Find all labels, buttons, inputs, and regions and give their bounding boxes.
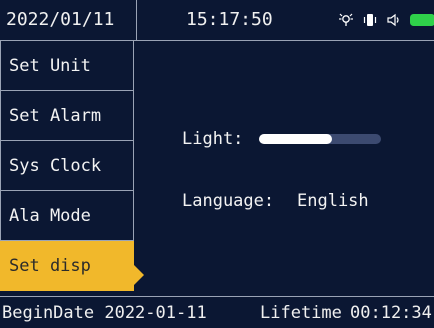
status-icons: [338, 10, 434, 30]
status-bar: 2022/01/11 15:17:50: [0, 0, 434, 41]
menu-item-set-alarm[interactable]: Set Alarm: [0, 91, 134, 141]
lifetime-label: Lifetime: [260, 303, 342, 323]
device-screen: 2022/01/11 15:17:50: [0, 0, 434, 327]
vibrate-icon: [362, 12, 378, 28]
settings-menu: Set Unit Set Alarm Sys Clock Ala Mode Se…: [0, 41, 136, 295]
backlight-icon: [338, 12, 354, 28]
menu-item-label: Set Alarm: [9, 106, 101, 126]
menu-item-label: Ala Mode: [9, 206, 91, 226]
menu-item-set-unit[interactable]: Set Unit: [0, 41, 134, 91]
speaker-icon: [386, 12, 402, 28]
menu-item-sys-clock[interactable]: Sys Clock: [0, 141, 134, 191]
battery-icon: [410, 13, 434, 27]
begin-date: BeginDate 2022-01-11: [2, 303, 207, 323]
light-slider[interactable]: [259, 134, 381, 144]
date-readout: 2022/01/11: [6, 9, 114, 30]
display-settings-panel: Light: Language: English: [137, 41, 434, 295]
time-readout: 15:17:50: [186, 9, 273, 30]
info-bar: BeginDate 2022-01-11 Lifetime 00:12:34: [0, 296, 434, 328]
menu-item-label: Sys Clock: [9, 156, 101, 176]
menu-item-ala-mode[interactable]: Ala Mode: [0, 191, 134, 241]
header-divider: [136, 0, 137, 40]
light-label: Light:: [182, 129, 243, 149]
menu-item-label: Set disp: [9, 256, 91, 276]
menu-item-label: Set Unit: [9, 56, 91, 76]
lifetime-value: 00:12:34: [350, 303, 432, 323]
language-value[interactable]: English: [297, 191, 369, 211]
light-slider-fill: [259, 134, 332, 144]
menu-item-set-disp[interactable]: Set disp: [0, 241, 134, 291]
language-label: Language:: [182, 191, 274, 211]
